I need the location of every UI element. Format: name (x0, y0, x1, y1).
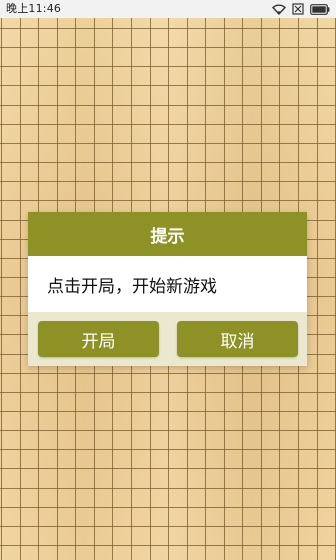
wifi-icon (272, 3, 286, 15)
status-time: 晚上11:46 (6, 2, 62, 15)
start-game-button[interactable]: 开局 (38, 321, 159, 357)
new-game-dialog: 提示 点击开局，开始新游戏 开局 取消 (28, 212, 307, 366)
dialog-footer: 开局 取消 (28, 312, 307, 366)
sim-off-icon (292, 3, 304, 15)
status-bar: 晚上11:46 (0, 0, 336, 18)
battery-icon (310, 3, 330, 15)
dialog-header: 提示 (28, 212, 307, 256)
cancel-button[interactable]: 取消 (177, 321, 298, 357)
game-screen: 晚上11:46 提示 点击开局，开始新游戏 开局 取消 (0, 0, 336, 560)
dialog-title: 提示 (150, 226, 185, 247)
status-icons (272, 2, 330, 16)
dialog-body: 点击开局，开始新游戏 (28, 256, 307, 312)
dialog-message: 点击开局，开始新游戏 (47, 276, 217, 297)
